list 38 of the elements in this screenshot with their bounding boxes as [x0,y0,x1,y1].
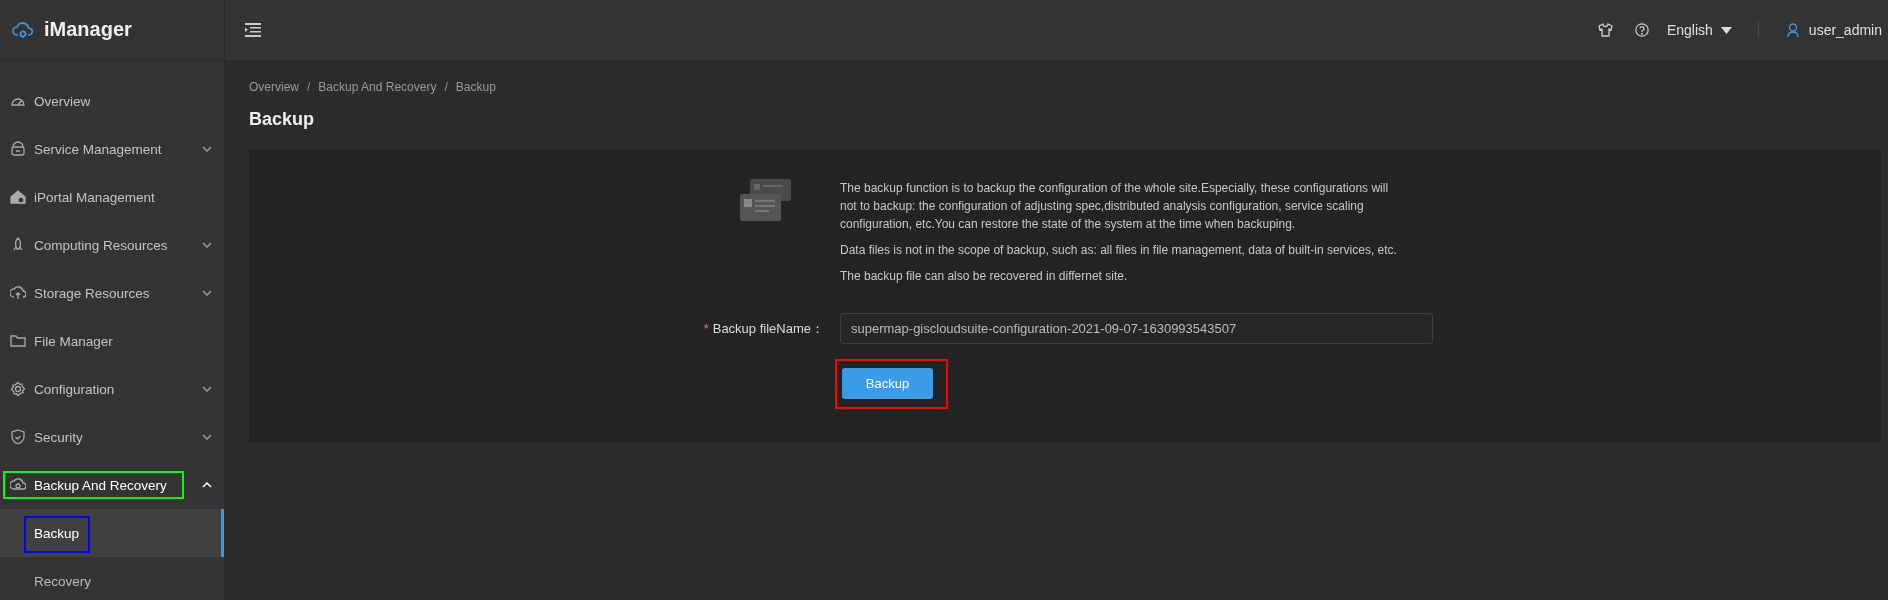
shield-check-icon [10,429,26,445]
menu-fold-icon[interactable] [245,23,261,37]
submenu-item[interactable]: Backup [0,509,224,557]
sidebar-item[interactable]: Computing Resources [0,221,224,269]
sidebar-item[interactable]: Security [0,413,224,461]
sidebar-item[interactable]: Configuration [0,365,224,413]
username[interactable]: user_admin [1808,22,1882,38]
breadcrumb-link[interactable]: Overview [249,80,299,94]
cloud-icon [10,477,26,493]
sidebar-item[interactable]: Overview [0,77,224,125]
breadcrumb-separator: / [307,80,311,94]
id-cards-icon [740,179,791,221]
shirt-icon[interactable] [1597,23,1613,37]
cloud-upload-icon [10,285,26,301]
app-name: iManager [44,18,132,41]
description-text: The backup function is to backup the configuration of the whole site.Especially, these configurations will not to backup: the configuration of adjusting spec,distributed analysis configuration, service scaling configuration, etc.You can restore the state of the system at the time when backuping. [840,180,1390,233]
user-icon[interactable] [1786,23,1799,37]
caret-icon [1720,26,1732,34]
field-label: Backup fileName： [712,319,824,338]
filename-input[interactable]: supermap-giscloudsuite-configuration-2021-09-07-1630993543507 [840,313,1433,344]
breadcrumb-link[interactable]: Backup And Recovery [318,80,437,94]
house-icon [10,189,26,205]
language-select[interactable]: English [1666,22,1732,38]
sidebar-item[interactable]: iPortal Management [0,173,224,221]
sidebar-item[interactable]: Backup And Recovery [0,461,224,509]
required-mark: * [703,321,709,336]
sidebar-item[interactable]: Storage Resources [0,269,224,317]
submenu-item[interactable]: Recovery [0,557,224,600]
breadcrumb-separator: / [444,80,448,94]
description-text: Data files is not in the scope of backup, such as: all files in file management, data of built-in services, etc. [840,242,1398,259]
sidebar-item[interactable]: Service Management [0,125,224,173]
sidebar-item[interactable]: File Manager [0,317,224,365]
gear-icon [10,381,26,397]
page-title: Backup [249,109,316,130]
folder-icon [10,333,26,349]
cloud-gear-icon [12,19,34,40]
help-icon[interactable] [1634,23,1649,37]
description-text: The backup file can also be recovered in differnet site. [840,268,1129,285]
